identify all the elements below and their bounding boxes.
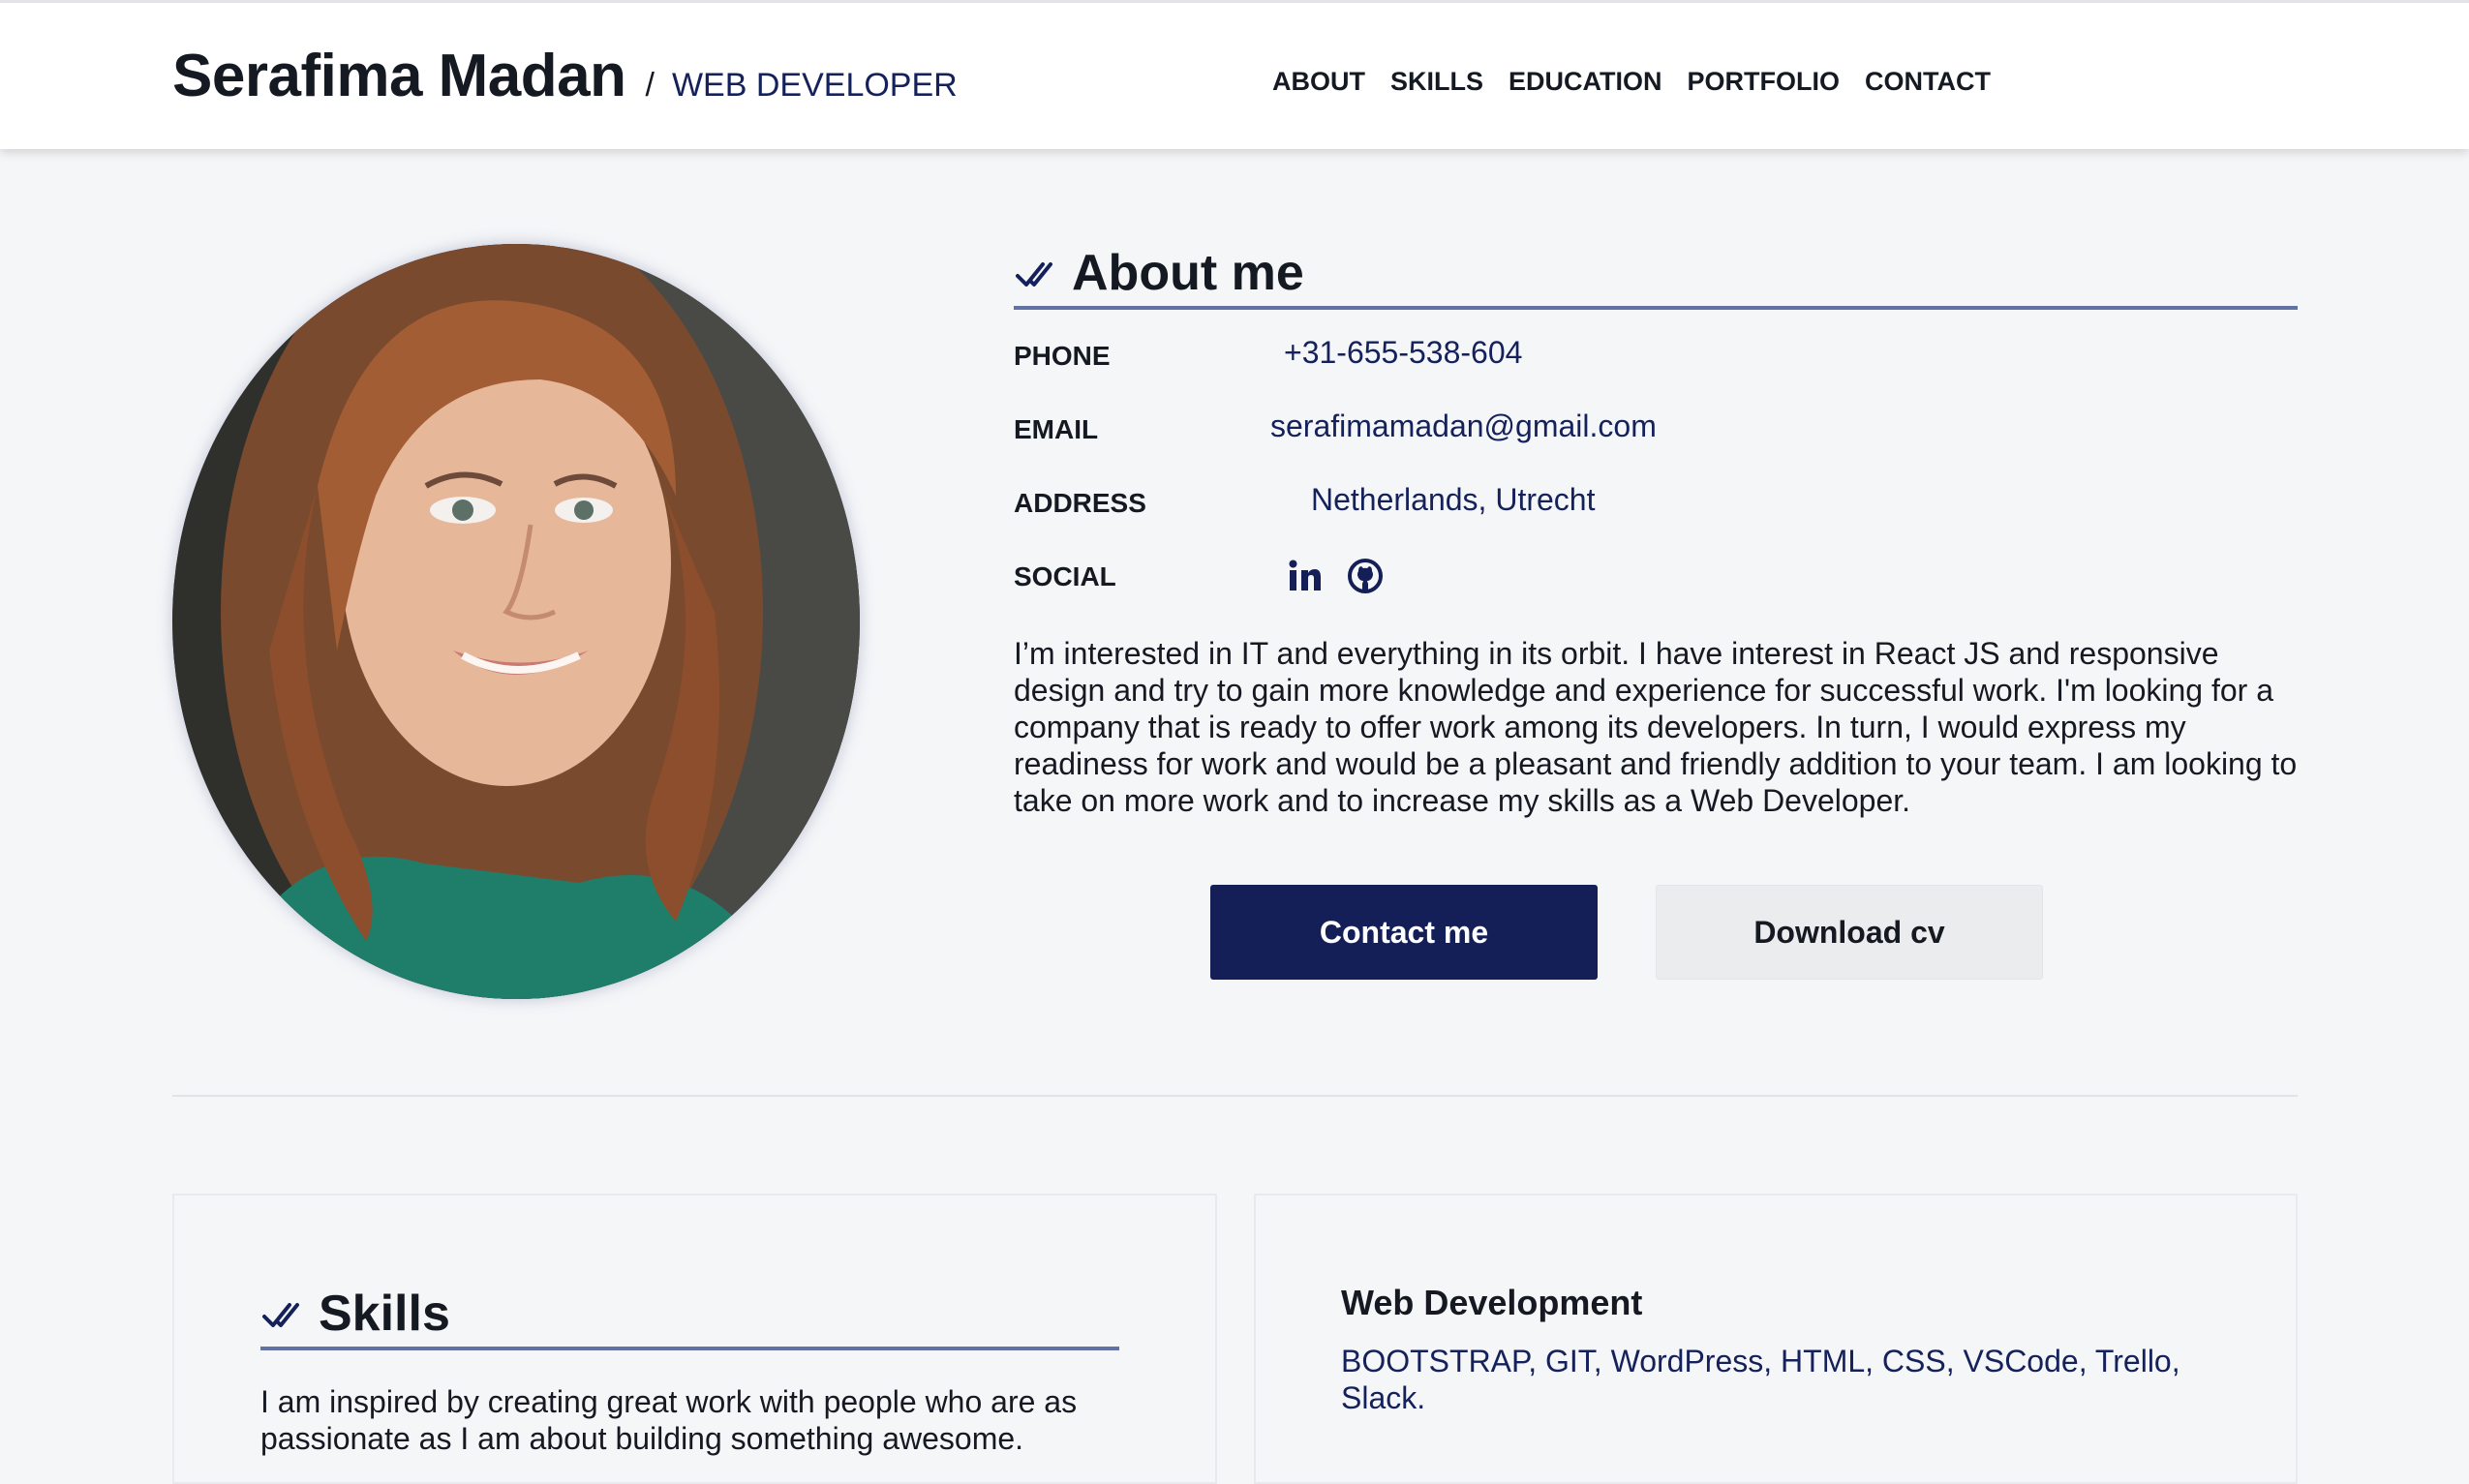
skills-title: Skills: [319, 1286, 450, 1342]
main-nav: ABOUT SKILLS EDUCATION PORTFOLIO CONTACT: [1272, 67, 1991, 97]
double-check-icon: [1016, 262, 1052, 287]
web-development-list: BOOTSTRAP, GIT, WordPress, HTML, CSS, VS…: [1341, 1344, 2180, 1415]
about-heading: About me: [1014, 244, 2298, 310]
contact-me-button[interactable]: Contact me: [1210, 885, 1598, 980]
portrait-illustration: [172, 244, 860, 999]
nav-skills[interactable]: SKILLS: [1390, 67, 1483, 97]
nav-portfolio[interactable]: PORTFOLIO: [1688, 67, 1841, 97]
social-icons: [1287, 558, 1384, 594]
phone-link[interactable]: +31-655-538-604: [1284, 335, 1522, 371]
linkedin-icon[interactable]: [1287, 558, 1324, 594]
brand-separator: /: [645, 67, 655, 104]
brand-name: Serafima Madan: [172, 43, 626, 109]
skills-text: I am inspired by creating great work wit…: [260, 1384, 1078, 1456]
web-development-title: Web Development: [1341, 1283, 1643, 1322]
brand[interactable]: Serafima Madan / WEB DEVELOPER: [172, 42, 958, 110]
top-navbar: Serafima Madan / WEB DEVELOPER ABOUT SKI…: [0, 0, 2469, 149]
section-divider: [172, 1095, 2298, 1097]
social-label: SOCIAL: [1014, 561, 1116, 591]
skills-card: Skills I am inspired by creating great w…: [172, 1194, 1217, 1484]
email-label: EMAIL: [1014, 414, 1099, 444]
address-row: ADDRESS Netherlands, Utrecht: [1014, 474, 2298, 548]
address-label: ADDRESS: [1014, 488, 1146, 518]
double-check-icon: [262, 1303, 299, 1327]
skills-heading: Skills: [260, 1285, 1119, 1350]
nav-about[interactable]: ABOUT: [1272, 67, 1365, 97]
social-row: SOCIAL: [1014, 548, 2298, 621]
about-section: About me PHONE +31-655-538-604 EMAIL ser…: [1014, 244, 2298, 819]
profile-photo: [172, 244, 860, 999]
web-development-card: Web Development BOOTSTRAP, GIT, WordPres…: [1254, 1194, 2298, 1484]
phone-row: PHONE +31-655-538-604: [1014, 327, 2298, 401]
email-link[interactable]: serafimamadan@gmail.com: [1270, 409, 1657, 444]
download-cv-button[interactable]: Download cv: [1656, 885, 2043, 980]
brand-role: WEB DEVELOPER: [671, 67, 958, 104]
about-bio: I’m interested in IT and everything in i…: [1014, 636, 2298, 818]
phone-label: PHONE: [1014, 341, 1111, 371]
email-row: EMAIL serafimamadan@gmail.com: [1014, 401, 2298, 474]
address-value: Netherlands, Utrecht: [1311, 482, 1596, 517]
github-icon[interactable]: [1347, 558, 1384, 594]
nav-education[interactable]: EDUCATION: [1509, 67, 1662, 97]
skills-content: Skills I am inspired by creating great w…: [260, 1285, 1119, 1457]
about-title: About me: [1072, 245, 1304, 301]
nav-contact[interactable]: CONTACT: [1865, 67, 1991, 97]
